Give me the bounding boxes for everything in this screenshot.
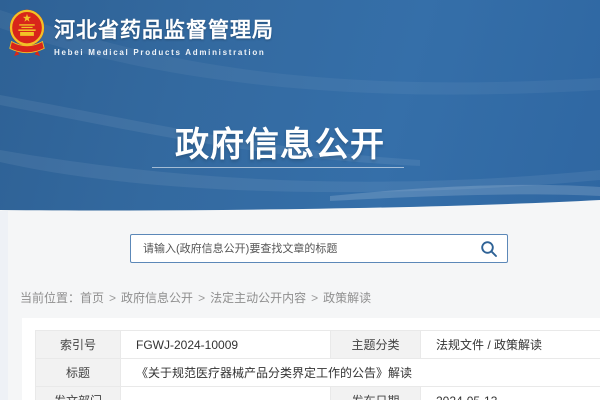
table-row: 标题 《关于规范医疗器械产品分类界定工作的公告》解读 <box>36 359 600 387</box>
breadcrumb-item-statutory-disclosure[interactable]: 法定主动公开内容 <box>210 291 306 305</box>
label-publish-date: 发布日期 <box>331 387 421 400</box>
page-left-strip <box>0 211 8 400</box>
search-button[interactable] <box>480 240 498 258</box>
national-emblem-icon <box>8 7 46 57</box>
search-input[interactable] <box>131 235 471 262</box>
breadcrumb-prefix: 当前位置： <box>20 291 80 305</box>
search-box <box>130 234 508 263</box>
breadcrumb-item-home[interactable]: 首页 <box>80 291 104 305</box>
org-name-en: Hebei Medical Products Administration <box>54 48 274 57</box>
breadcrumb-separator: > <box>109 291 116 305</box>
banner-title: 政府信息公开 <box>0 117 560 166</box>
breadcrumb: 当前位置：首页 > 政府信息公开 > 法定主动公开内容 > 政策解读 <box>20 289 371 306</box>
org-names: 河北省药品监督管理局 Hebei Medical Products Admini… <box>54 7 274 57</box>
breadcrumb-separator: > <box>311 291 318 305</box>
banner-title-underline <box>152 167 404 168</box>
table-row: 发文部门 发布日期 2024-05-13 <box>36 387 600 400</box>
table-row: 索引号 FGWJ-2024-10009 主题分类 法规文件 / 政策解读 <box>36 331 600 359</box>
label-issuing-dept: 发文部门 <box>36 387 121 400</box>
value-title: 《关于规范医疗器械产品分类界定工作的公告》解读 <box>121 359 600 387</box>
label-index-no: 索引号 <box>36 331 121 359</box>
label-title: 标题 <box>36 359 121 387</box>
search-icon <box>480 240 498 258</box>
breadcrumb-item-gov-info[interactable]: 政府信息公开 <box>121 291 193 305</box>
org-name-zh: 河北省药品监督管理局 <box>54 14 274 44</box>
value-index-no: FGWJ-2024-10009 <box>121 331 331 359</box>
breadcrumb-item-policy-interpretation[interactable]: 政策解读 <box>323 291 371 305</box>
page: 河北省药品监督管理局 Hebei Medical Products Admini… <box>0 0 600 400</box>
value-publish-date: 2024-05-13 <box>421 387 600 400</box>
breadcrumb-separator: > <box>198 291 205 305</box>
value-subject-category: 法规文件 / 政策解读 <box>421 331 600 359</box>
value-issuing-dept <box>121 387 331 400</box>
site-logo[interactable]: 河北省药品监督管理局 Hebei Medical Products Admini… <box>8 7 274 57</box>
label-subject-category: 主题分类 <box>331 331 421 359</box>
info-table: 索引号 FGWJ-2024-10009 主题分类 法规文件 / 政策解读 标题 … <box>35 330 600 400</box>
banner: 河北省药品监督管理局 Hebei Medical Products Admini… <box>0 0 600 211</box>
